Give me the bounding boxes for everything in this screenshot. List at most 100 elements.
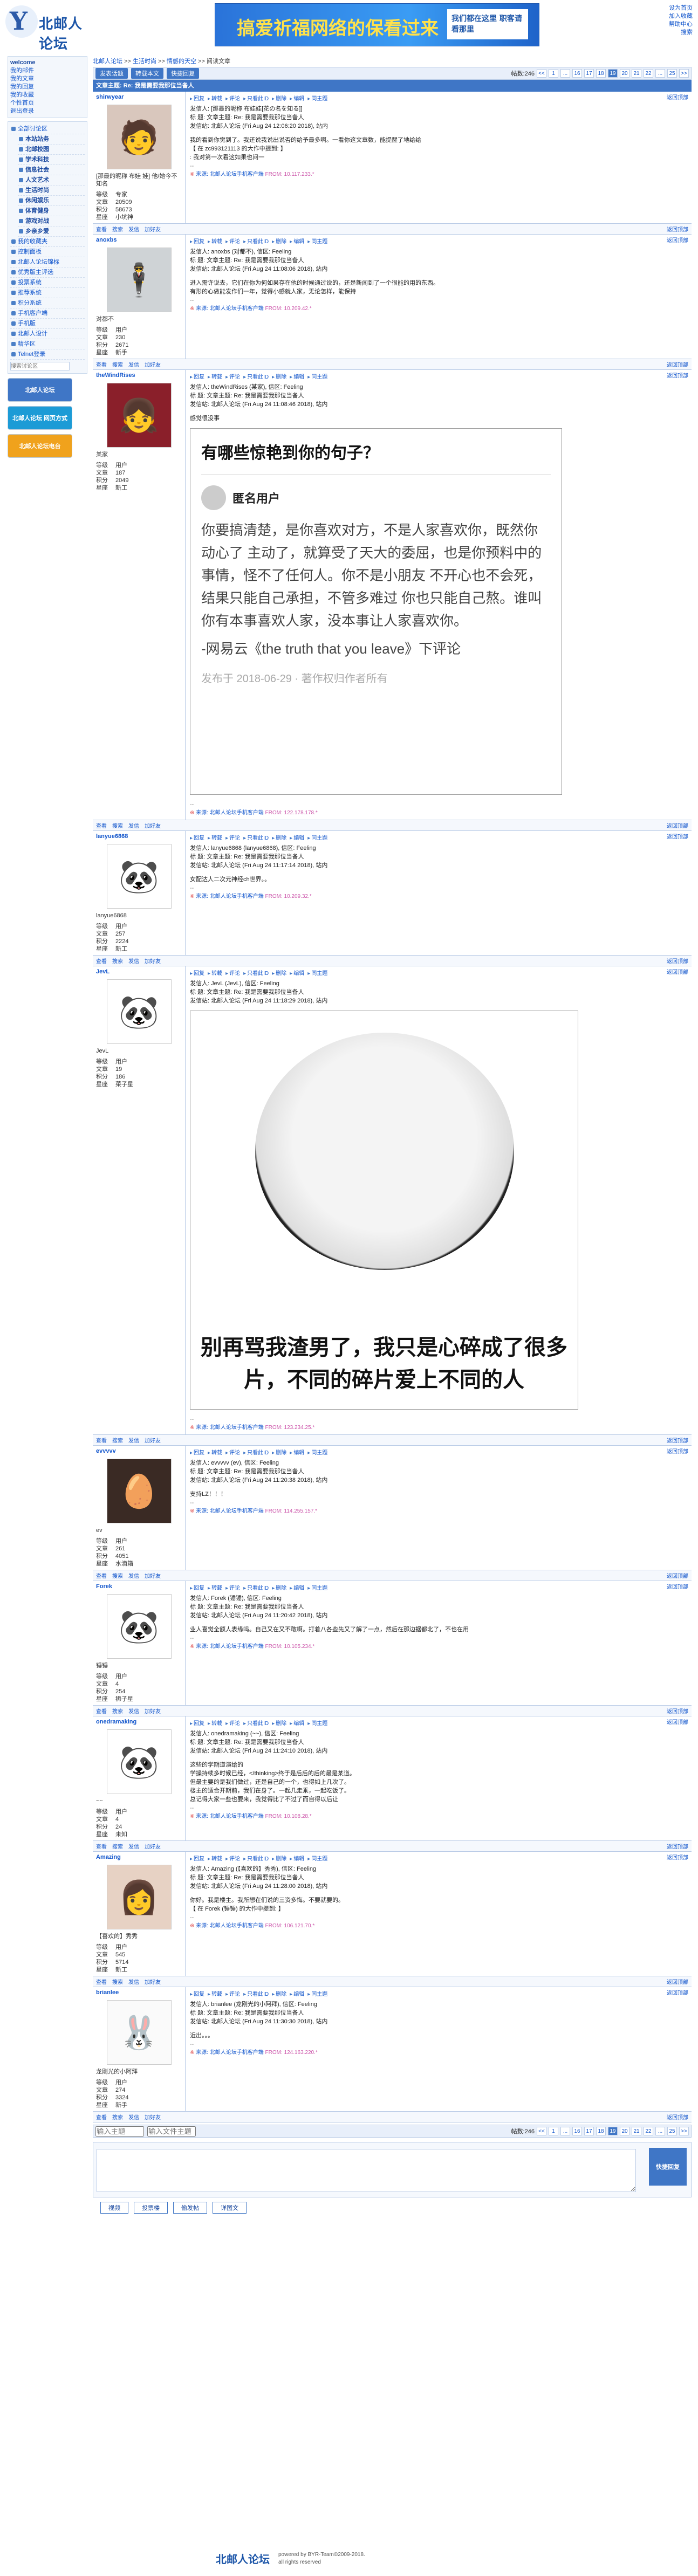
post-op-1[interactable]: 转载	[208, 1584, 222, 1593]
back-to-top-link[interactable]: 返回顶部	[667, 1842, 688, 1850]
post-foot-op-0[interactable]: 查看	[96, 1842, 107, 1850]
sidebar-item-2[interactable]: 北邮校园	[18, 145, 85, 155]
post-op-4[interactable]: 删除	[272, 1720, 286, 1728]
page-link[interactable]: 20	[620, 2127, 629, 2135]
post-op-2[interactable]: 评论	[225, 1449, 240, 1458]
post-op-2[interactable]: 评论	[225, 373, 240, 382]
sidebar-item-5[interactable]: 人文艺术	[18, 175, 85, 186]
author-id[interactable]: evvvvv	[96, 1448, 182, 1454]
top-banner[interactable]: 搞爱祈福网络的保看过来 我们都在这里 职客请看那里	[215, 3, 539, 46]
post-op-2[interactable]: 评论	[225, 238, 240, 246]
post-op-6[interactable]: 同主题	[307, 1720, 327, 1728]
post-foot-op-3[interactable]: 加好友	[145, 821, 161, 829]
page-link[interactable]: 20	[620, 69, 629, 78]
author-id[interactable]: shirwyear	[96, 94, 182, 100]
post-op-4[interactable]: 删除	[272, 238, 286, 246]
sidebar-item-19[interactable]: 手机版	[10, 319, 85, 329]
post-foot-op-0[interactable]: 查看	[96, 2113, 107, 2121]
post-op-5[interactable]: 编辑	[290, 1855, 304, 1864]
post-foot-op-1[interactable]: 搜索	[112, 360, 123, 368]
sidebar-item-16[interactable]: 推荐系统	[10, 288, 85, 298]
post-op-2[interactable]: 评论	[225, 95, 240, 104]
post-op-3[interactable]: 只看此ID	[243, 834, 269, 843]
post-foot-op-2[interactable]: 发信	[128, 821, 139, 829]
post-op-3[interactable]: 只看此ID	[243, 238, 269, 246]
post-foot-op-0[interactable]: 查看	[96, 225, 107, 233]
page-link[interactable]: 25	[667, 2127, 677, 2135]
sidebar-ad-1[interactable]: 北邮人论坛	[8, 377, 72, 402]
back-to-top-link[interactable]: 返回顶部	[667, 1448, 688, 1457]
post-op-6[interactable]: 同主题	[307, 1855, 327, 1864]
sidebar-item-15[interactable]: 投票系统	[10, 278, 85, 288]
sidebar-item-12[interactable]: 控制面板	[10, 247, 85, 257]
sidebar-item-17[interactable]: 积分系统	[10, 298, 85, 308]
page-link[interactable]: 17	[584, 2127, 594, 2135]
sidebar-item-21[interactable]: 精华区	[10, 339, 85, 349]
back-to-top-link[interactable]: 返回顶部	[667, 957, 688, 965]
post-foot-op-2[interactable]: 发信	[128, 360, 139, 368]
post-foot-op-0[interactable]: 查看	[96, 1571, 107, 1579]
back-to-top-link[interactable]: 返回顶部	[667, 1977, 688, 1986]
post-foot-op-0[interactable]: 查看	[96, 821, 107, 829]
post-op-0[interactable]: 回复	[190, 238, 204, 246]
toplink-fav[interactable]: 加入收藏	[669, 12, 693, 20]
post-foot-op-2[interactable]: 发信	[128, 957, 139, 965]
page-link[interactable]: 1	[549, 69, 558, 78]
post-op-3[interactable]: 只看此ID	[243, 373, 269, 382]
post-foot-op-0[interactable]: 查看	[96, 1436, 107, 1444]
back-to-top-link[interactable]: 返回顶部	[667, 1854, 688, 1863]
avatar[interactable]: 🧑	[106, 105, 172, 169]
sidebar-link-favs[interactable]: 我的收藏	[10, 91, 85, 99]
post-op-4[interactable]: 删除	[272, 1855, 286, 1864]
page-link[interactable]: 17	[584, 69, 594, 78]
post-foot-op-3[interactable]: 加好友	[145, 957, 161, 965]
avatar[interactable]: 👧	[106, 383, 172, 448]
post-op-0[interactable]: 回复	[190, 1990, 204, 1999]
post-foot-op-3[interactable]: 加好友	[145, 1977, 161, 1986]
page-link[interactable]: <<	[537, 2127, 546, 2135]
back-to-top-link[interactable]: 返回顶部	[667, 1583, 688, 1592]
post-op-0[interactable]: 回复	[190, 1855, 204, 1864]
post-op-5[interactable]: 编辑	[290, 1990, 304, 1999]
post-foot-op-1[interactable]: 搜索	[112, 1977, 123, 1986]
author-id[interactable]: Amazing	[96, 1854, 182, 1860]
author-id[interactable]: lanyue6868	[96, 833, 182, 840]
post-op-1[interactable]: 转载	[208, 834, 222, 843]
sidebar-item-13[interactable]: 北邮人论坛锦标	[10, 257, 85, 267]
reply-sign-input[interactable]	[147, 2126, 196, 2137]
sidebar-item-7[interactable]: 休闲娱乐	[18, 196, 85, 206]
post-foot-op-1[interactable]: 搜索	[112, 2113, 123, 2121]
avatar[interactable]: 🥚	[106, 1459, 172, 1523]
sidebar-item-6[interactable]: 生活时尚	[18, 186, 85, 196]
post-foot-op-3[interactable]: 加好友	[145, 225, 161, 233]
quick-reply-button[interactable]: 快捷回复	[167, 68, 199, 79]
tool-vote-button[interactable]: 投票楼	[134, 2202, 168, 2214]
tool-draft-button[interactable]: 偷发帖	[173, 2202, 207, 2214]
crumb-home[interactable]: 北邮人论坛	[93, 58, 122, 65]
post-op-6[interactable]: 同主题	[307, 373, 327, 382]
sidebar-ad-3[interactable]: 北邮人论坛电台	[8, 434, 72, 458]
post-op-5[interactable]: 编辑	[290, 970, 304, 978]
post-op-5[interactable]: 编辑	[290, 95, 304, 104]
source-link[interactable]: 来源: 北邮人论坛手机客户端	[196, 894, 264, 899]
post-foot-op-3[interactable]: 加好友	[145, 360, 161, 368]
post-op-3[interactable]: 只看此ID	[243, 1855, 269, 1864]
post-op-6[interactable]: 同主题	[307, 238, 327, 246]
source-link[interactable]: 来源: 北邮人论坛手机客户端	[196, 1508, 264, 1514]
post-op-6[interactable]: 同主题	[307, 1990, 327, 1999]
avatar[interactable]: 🐼	[106, 844, 172, 909]
page-link[interactable]: 22	[644, 2127, 653, 2135]
post-op-1[interactable]: 转载	[208, 238, 222, 246]
page-link[interactable]: 18	[596, 69, 606, 78]
back-to-top-link[interactable]: 返回顶部	[667, 821, 688, 829]
page-link[interactable]: 1	[549, 2127, 558, 2135]
repost-button[interactable]: 转载本文	[131, 68, 163, 79]
page-link[interactable]: 22	[644, 69, 653, 78]
back-to-top-link[interactable]: 返回顶部	[667, 94, 688, 102]
post-op-4[interactable]: 删除	[272, 970, 286, 978]
sidebar-item-11[interactable]: 我的收藏夹	[10, 237, 85, 247]
post-op-6[interactable]: 同主题	[307, 95, 327, 104]
post-op-6[interactable]: 同主题	[307, 834, 327, 843]
post-op-4[interactable]: 删除	[272, 1990, 286, 1999]
source-link[interactable]: 来源: 北邮人论坛手机客户端	[196, 1813, 264, 1819]
